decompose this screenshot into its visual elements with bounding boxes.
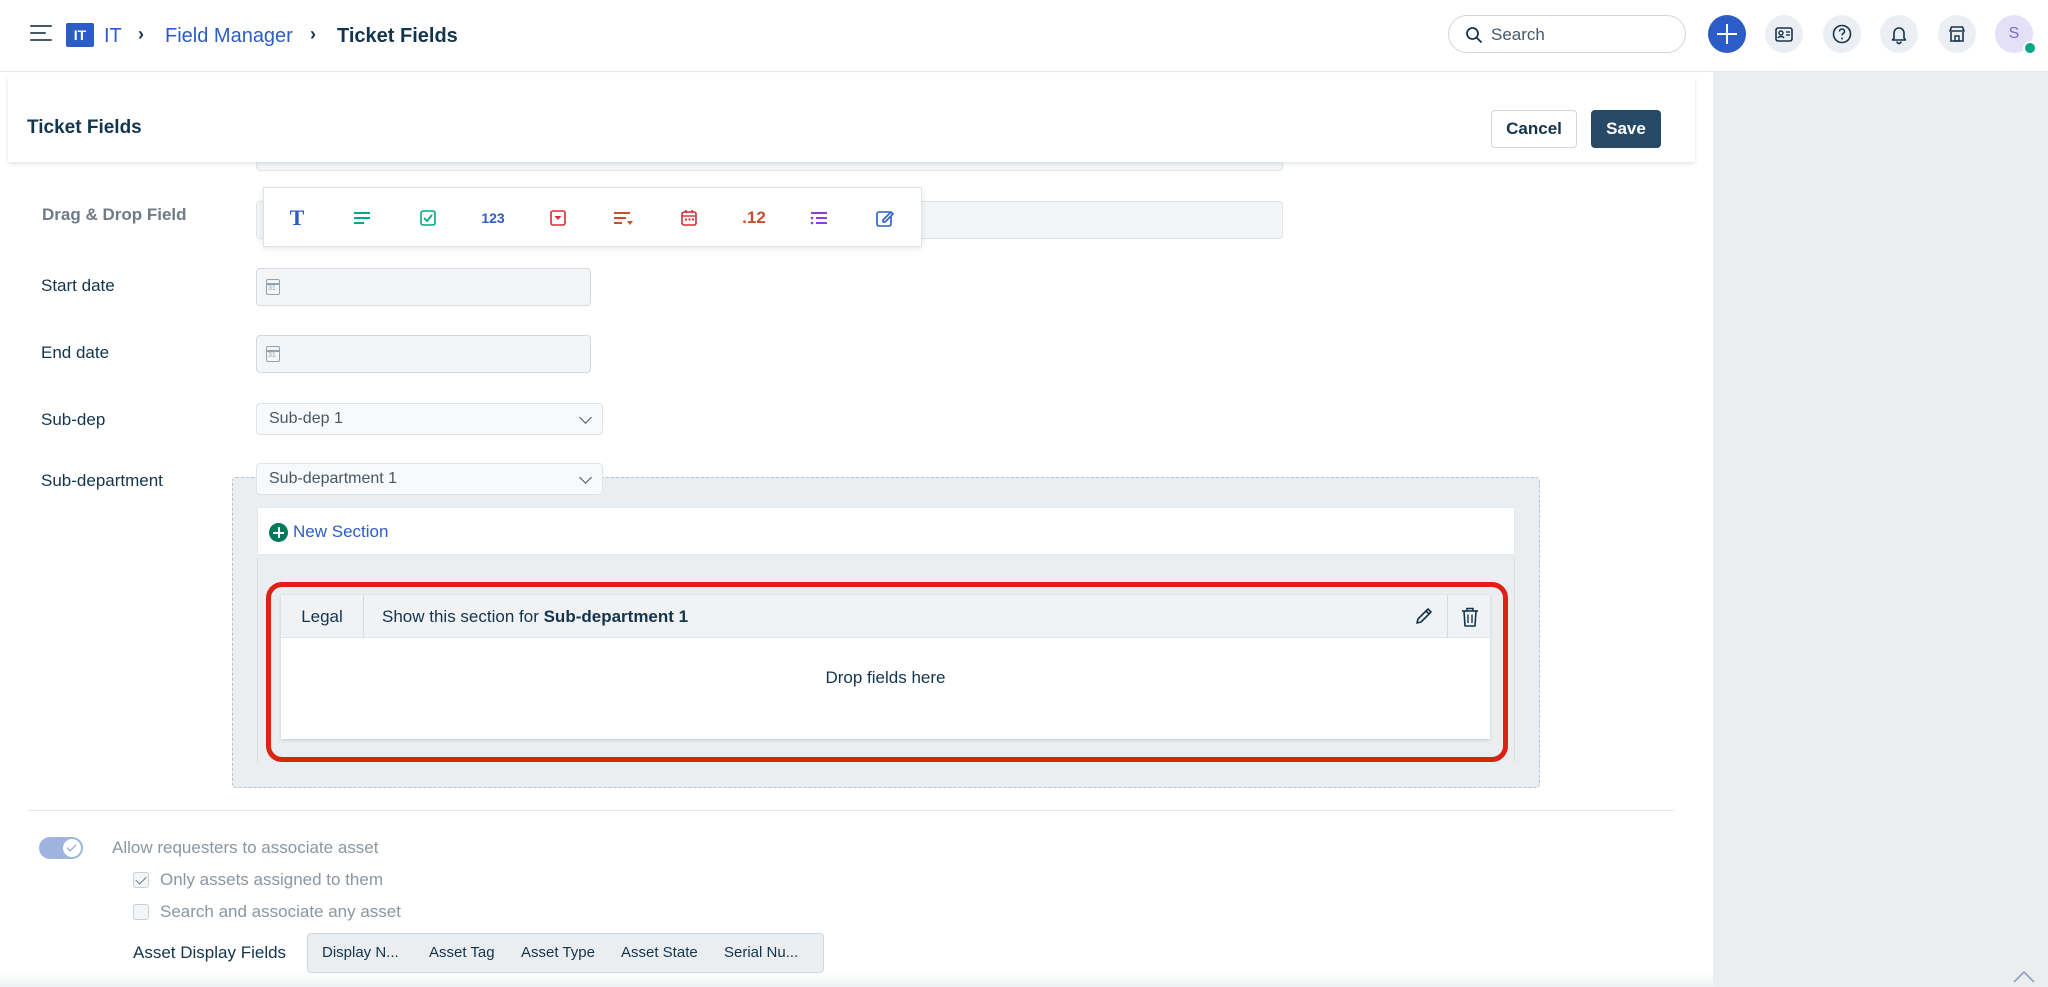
sub-dep-value: Sub-dep 1 [269, 410, 343, 427]
calendar-icon: 31 [266, 279, 280, 295]
trash-icon [1462, 607, 1478, 627]
store-icon [1949, 26, 1965, 42]
sub-department-label: Sub-department [41, 471, 163, 490]
chevron-down-icon [579, 411, 592, 424]
chevron-right-icon: › [310, 24, 316, 44]
section-header: Legal Show this section for Sub-departme… [281, 595, 1490, 638]
breadcrumb-field-manager[interactable]: Field Manager [165, 24, 293, 48]
field-type-toolbar: T 123 .12 [263, 187, 922, 247]
section-condition-prefix: Show this section for [382, 607, 539, 626]
sub-department-value: Sub-department 1 [269, 470, 398, 487]
only-assigned-label: Only assets assigned to them [160, 870, 384, 889]
end-date-label: End date [41, 343, 110, 362]
toggle-knob [63, 839, 81, 857]
dependent-field-icon[interactable] [608, 203, 638, 233]
menu-icon[interactable] [30, 25, 52, 43]
asset-display-fields[interactable]: Display N... Asset Tag Asset Type Asset … [307, 933, 824, 973]
notifications-button[interactable] [1880, 15, 1918, 53]
start-date-input[interactable]: 31 [256, 268, 591, 306]
any-asset-label: Search and associate any asset [160, 902, 401, 921]
delete-section-button[interactable] [1447, 595, 1490, 638]
paragraph-field-icon[interactable] [347, 203, 377, 233]
sub-department-select[interactable]: Sub-department 1 [256, 463, 603, 495]
new-section-button[interactable]: New Section [257, 507, 1515, 555]
text-field-icon[interactable]: T [282, 203, 312, 233]
scroll-to-top-button[interactable] [2008, 962, 2040, 987]
pencil-icon [1416, 608, 1432, 624]
add-circle-icon [269, 523, 288, 542]
sub-dep-select[interactable]: Sub-dep 1 [256, 403, 603, 435]
end-date-input[interactable]: 31 [256, 335, 591, 373]
team-huddle-button[interactable] [1765, 15, 1803, 53]
section-card-legal: Legal Show this section for Sub-departme… [281, 595, 1490, 739]
section-condition: Show this section for Sub-department 1 [382, 607, 688, 627]
chevron-right-icon: › [138, 24, 144, 44]
multi-select-field-icon[interactable] [804, 203, 834, 233]
bottom-fade [0, 972, 1713, 987]
right-side-panel [1713, 72, 2048, 987]
calendar-icon: 31 [266, 346, 280, 362]
workspace-badge: IT [66, 23, 94, 47]
edit-section-button[interactable] [1413, 605, 1435, 632]
dropdown-field-icon[interactable] [543, 203, 573, 233]
date-field-icon[interactable] [674, 203, 704, 233]
checkbox-field-icon[interactable] [413, 203, 443, 233]
chevron-up-icon [2013, 970, 2035, 983]
top-navigation-bar: IT IT › Field Manager › Ticket Fields S [0, 0, 2048, 72]
save-button[interactable]: Save [1591, 110, 1661, 148]
section-condition-value: Sub-department 1 [543, 607, 689, 626]
bell-icon [1891, 27, 1907, 45]
decimal-field-icon[interactable]: .12 [739, 203, 769, 233]
sub-dep-label: Sub-dep [41, 410, 106, 429]
any-asset-checkbox[interactable] [133, 904, 149, 920]
quick-create-button[interactable] [1708, 15, 1746, 53]
start-date-label: Start date [41, 276, 115, 295]
section-name: Legal [281, 595, 364, 638]
asset-field-chip[interactable]: Serial Nu... [724, 944, 798, 961]
asset-field-chip[interactable]: Display N... [322, 944, 399, 961]
new-section-label: New Section [293, 522, 389, 541]
cancel-button[interactable]: Cancel [1491, 110, 1577, 148]
asset-field-chip[interactable]: Asset Type [521, 944, 595, 961]
divider [28, 810, 1674, 811]
asset-field-chip[interactable]: Asset State [621, 944, 698, 961]
only-assigned-checkbox[interactable] [133, 872, 149, 888]
marketplace-button[interactable] [1938, 15, 1976, 53]
associate-asset-label: Allow requesters to associate asset [112, 838, 379, 857]
global-search[interactable] [1448, 15, 1686, 53]
breadcrumb-ticket-fields: Ticket Fields [337, 25, 458, 47]
associate-asset-toggle[interactable] [39, 837, 83, 859]
page-title: Ticket Fields [27, 117, 142, 138]
number-field-icon[interactable]: 123 [478, 203, 508, 233]
contact-card-icon [1775, 27, 1793, 42]
breadcrumb-it[interactable]: IT [104, 24, 122, 48]
help-button[interactable] [1823, 15, 1861, 53]
search-icon [1466, 27, 1482, 43]
chevron-down-icon [579, 471, 592, 484]
page-header: Ticket Fields Cancel Save [8, 76, 1695, 162]
online-status-indicator [2023, 41, 2037, 55]
drag-drop-label: Drag & Drop Field [42, 205, 187, 224]
drop-fields-zone[interactable]: Drop fields here [281, 668, 1490, 688]
asset-field-chip[interactable]: Asset Tag [429, 944, 495, 961]
custom-field-icon[interactable] [870, 203, 900, 233]
help-icon [1832, 24, 1852, 44]
asset-display-fields-label: Asset Display Fields [133, 943, 287, 962]
search-input[interactable] [1491, 24, 1671, 46]
